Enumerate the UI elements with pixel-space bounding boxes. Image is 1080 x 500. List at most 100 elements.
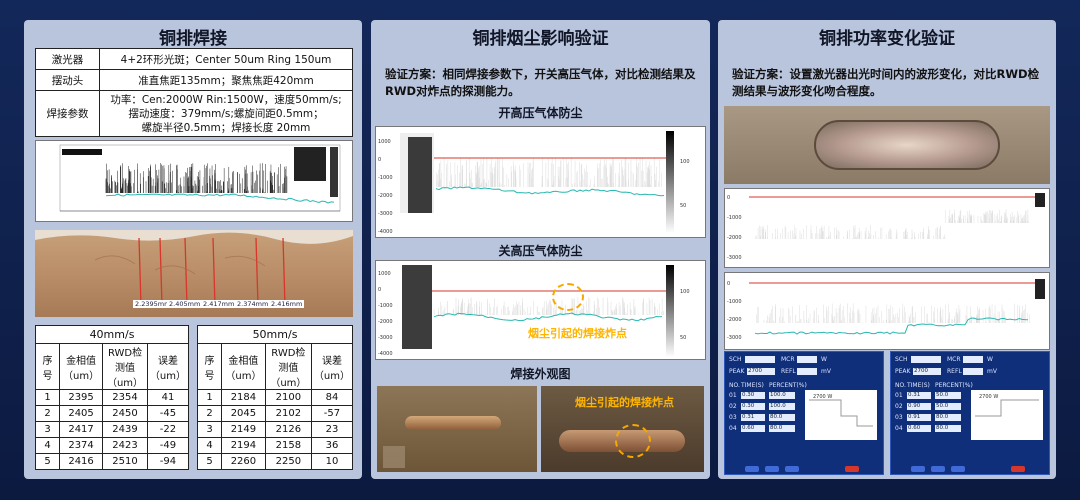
bar-tick: 100 — [680, 159, 690, 165]
hmi-time-field[interactable]: 0.60 — [907, 425, 931, 432]
hmi-time-field[interactable]: 0.30 — [741, 392, 765, 399]
hmi-row-no: 03 — [729, 414, 737, 421]
hmi-button[interactable] — [911, 466, 925, 472]
hmi-percent-field[interactable]: 80.0 — [769, 414, 795, 421]
y-tick-label: -4000 — [378, 229, 393, 235]
y-tick-label: -1000 — [378, 175, 393, 181]
hmi-row-no: 01 — [895, 392, 903, 399]
hmi-label: MCR — [781, 356, 795, 363]
hmi-percent-field[interactable]: 50.0 — [935, 403, 961, 410]
hmi-time-field[interactable]: 0.31 — [907, 392, 931, 399]
chart-power-1: 0 -1000 -2000 -3000 — [724, 188, 1050, 268]
hmi-percent-field[interactable]: 80.0 — [935, 414, 961, 421]
hmi-label: SCH — [729, 356, 742, 363]
col-header: 序号 — [35, 343, 60, 390]
hmi-button[interactable] — [745, 466, 759, 472]
hmi-field[interactable] — [963, 368, 983, 375]
panel-title: 铜排焊接 — [159, 29, 227, 49]
hmi-time-field[interactable]: 0.91 — [907, 414, 931, 421]
hmi-percent-field[interactable]: 50.0 — [935, 392, 961, 399]
hmi-peak-field[interactable]: 2700 — [913, 368, 941, 375]
chart-on-label: 开高压气体防尘 — [498, 106, 583, 120]
panel-description: 验证方案：相同焊接参数下，开关高压气体，对比检测结果及RWD对炸点的探测能力。 — [385, 67, 696, 98]
table-row: 5 2260 2250 10 — [197, 453, 354, 470]
hmi-unit: mV — [821, 368, 831, 375]
panel-dust-validation: 铜排烟尘影响验证 验证方案：相同焊接参数下，开关高压气体，对比检测结果及RWD对… — [371, 20, 710, 479]
hmi-button[interactable] — [1011, 466, 1025, 472]
hmi-peak-field[interactable]: 2700 — [747, 368, 775, 375]
table-row: 4 2374 2423 -49 — [35, 437, 190, 454]
measure-label: 2.417mm — [201, 300, 237, 308]
hmi-label: PERCENT(%) — [769, 382, 807, 389]
y-tick-label: 0 — [378, 287, 381, 293]
spec-row-head: 摆动头 准直焦距135mm；聚焦焦距420mm — [35, 69, 353, 91]
weld-bead-photo — [724, 106, 1050, 184]
hmi-button[interactable] — [951, 466, 965, 472]
hmi-unit: mV — [987, 368, 997, 375]
col-header: 误差（um） — [146, 343, 190, 390]
spatter-annotation: 烟尘引起的焊接炸点 — [575, 396, 674, 409]
hmi-percent-field[interactable]: 80.0 — [769, 425, 795, 432]
hmi-field[interactable] — [911, 356, 941, 363]
table-row: 2 2045 2102 -57 — [197, 405, 354, 422]
hmi-row-no: 04 — [729, 425, 737, 432]
hmi-button[interactable] — [931, 466, 945, 472]
hmi-label: TIME(S) — [907, 382, 930, 389]
hmi-row-no: 01 — [729, 392, 737, 399]
y-tick-label: -4000 — [378, 351, 393, 357]
y-ticks: 1000 0 -1000 -2000 -3000 -4000 — [378, 271, 393, 357]
y-tick-label: -2000 — [378, 193, 393, 199]
table-title: 50mm/s — [197, 325, 353, 344]
signal-block-left — [62, 149, 102, 155]
chart-off-label: 关高压气体防尘 — [498, 244, 583, 258]
chart-gas-on-svg: 1000 0 -1000 -2000 -3000 -4000 100 50 — [378, 131, 690, 235]
hmi-time-field[interactable]: 0.60 — [741, 425, 765, 432]
rwd-signal-svg — [59, 144, 341, 212]
y-tick-label: 0 — [378, 157, 381, 163]
panel-description: 验证方案：设置激光器出光时间内的波形变化，对比RWD检测结果与波形变化吻合程度。 — [732, 67, 1040, 98]
spec-value: 4+2环形光斑；Center 50um Ring 150um — [99, 48, 353, 70]
weld-photo-gas-off: 烟尘引起的焊接炸点 — [541, 386, 704, 472]
table-row: 5 2416 2510 -94 — [35, 453, 190, 470]
hmi-label: SCH — [895, 356, 908, 363]
chart-power-1-svg: 0 -1000 -2000 -3000 — [727, 193, 1045, 261]
hmi-button[interactable] — [785, 466, 799, 472]
measure-label: 2.374mm — [235, 300, 271, 308]
appearance-label: 焊接外观图 — [510, 367, 571, 381]
y-tick-label: -3000 — [378, 211, 393, 217]
hmi-field[interactable] — [963, 356, 983, 363]
col-header: 序号 — [197, 343, 222, 390]
rwd-signal-chart — [35, 140, 353, 222]
hmi-percent-field[interactable]: 100.0 — [769, 403, 795, 410]
spec-table: 激光器 4+2环形光斑；Center 50um Ring 150um 摆动头 准… — [35, 48, 353, 137]
hmi-button[interactable] — [765, 466, 779, 472]
hmi-field[interactable] — [797, 368, 817, 375]
table-row: 3 2417 2439 -22 — [35, 421, 190, 438]
hmi-time-field[interactable]: 0.90 — [907, 403, 931, 410]
signal-bar — [330, 147, 338, 197]
spec-key: 摆动头 — [35, 69, 100, 91]
table-row: 1 2184 2100 84 — [197, 389, 354, 406]
wave-label: 2700 W — [813, 394, 832, 400]
measure-lines — [138, 237, 286, 307]
hmi-time-field[interactable]: 0.31 — [741, 414, 765, 421]
col-header: RWD检测值（um） — [102, 343, 148, 390]
table-40mm: 40mm/s 序号 金相值（um） RWD检测值（um） 误差（um） 1 239… — [35, 325, 190, 470]
hmi-label: REFL — [781, 368, 796, 375]
hmi-field[interactable] — [797, 356, 817, 363]
weld-seam — [405, 416, 501, 430]
hmi-field[interactable] — [745, 356, 775, 363]
hmi-time-field[interactable]: 0.30 — [741, 403, 765, 410]
hmi-percent-field[interactable]: 80.0 — [935, 425, 961, 432]
y-tick-label: -3000 — [727, 335, 742, 341]
y-tick-label: 1000 — [378, 139, 391, 145]
weld-photo-gas-on — [377, 386, 537, 472]
hmi-wave-plot: 2700 W — [805, 390, 877, 440]
measure-label: 2.405mm — [167, 300, 203, 308]
hmi-percent-field[interactable]: 100.0 — [769, 392, 795, 399]
col-header: RWD检测值（um） — [264, 343, 312, 390]
y-tick-label: 0 — [727, 281, 730, 287]
hmi-label: REFL — [947, 368, 962, 375]
hmi-button[interactable] — [845, 466, 859, 472]
y-tick-label: -1000 — [378, 303, 393, 309]
